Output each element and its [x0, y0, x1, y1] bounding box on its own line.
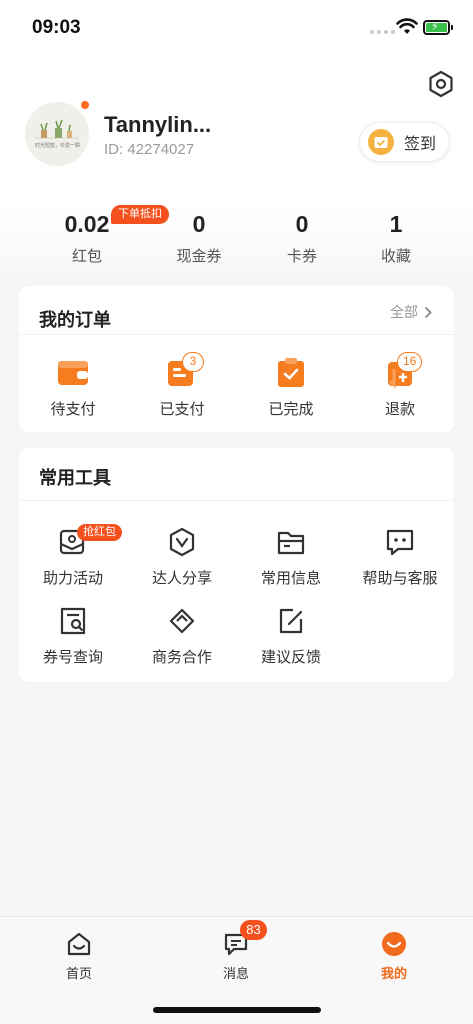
orders-all-label: 全部 [390, 304, 418, 320]
handshake-icon [164, 603, 200, 639]
messages-count-badge: 83 [240, 920, 267, 940]
status-bar: 09:03 [0, 0, 473, 50]
stat-label: 收藏 [380, 248, 411, 265]
tool-label: 帮助与客服 [362, 570, 438, 587]
refund-icon: 16 [382, 352, 423, 391]
order-count-badge: 3 [182, 352, 204, 372]
tool-label: 券号查询 [42, 649, 103, 666]
tool-label: 常用信息 [260, 570, 321, 587]
stat-favorites[interactable]: 1 收藏 [351, 211, 441, 266]
tool-help-service[interactable]: 帮助与客服 [346, 524, 454, 588]
home-icon [65, 930, 93, 958]
chevron-right-icon [424, 306, 432, 318]
clipboard-check-icon [273, 355, 309, 391]
tool-feedback[interactable]: 建议反馈 [237, 603, 345, 667]
tab-label: 消息 [222, 966, 249, 981]
home-indicator [153, 1007, 321, 1013]
tab-mine[interactable]: 我的 [359, 930, 429, 982]
cellular-signal-icon [370, 30, 395, 34]
wifi-icon [396, 18, 418, 34]
orders-divider [19, 334, 454, 335]
stat-value: 1 [389, 211, 403, 237]
stat-label: 卡券 [286, 248, 317, 265]
status-time: 09:03 [32, 17, 81, 38]
stat-label: 红包 [71, 248, 102, 265]
stat-value: 0 [295, 211, 309, 237]
checkin-label: 签到 [404, 136, 437, 153]
tool-coupon-lookup[interactable]: 券号查询 [19, 603, 127, 667]
stat-label: 现金券 [176, 248, 222, 265]
calendar-check-icon [368, 129, 394, 155]
order-completed[interactable]: 已完成 [237, 355, 345, 419]
receipt-icon: 3 [164, 352, 204, 391]
avatar[interactable]: 时光短暂，珍爱一瞬 [25, 102, 89, 166]
avatar-plants-illustration [25, 102, 89, 166]
tool-label: 助力活动 [42, 570, 103, 587]
orders-title: 我的订单 [39, 310, 111, 330]
settings-hexagon-icon[interactable] [427, 70, 455, 98]
order-label: 已支付 [159, 401, 205, 418]
grab-red-packet-badge: 抢红包 [77, 524, 122, 541]
tab-label: 我的 [380, 966, 407, 981]
wallet-icon [55, 355, 91, 391]
tool-label: 商务合作 [151, 649, 212, 666]
profile-smile-icon [380, 930, 408, 958]
ticket-search-icon [55, 603, 91, 639]
avatar-notification-dot [81, 101, 89, 109]
tool-boost-activity[interactable]: 抢红包 助力活动 [19, 524, 127, 588]
tools-divider [19, 500, 454, 501]
user-id: ID: 42274027 [104, 141, 195, 158]
order-paid[interactable]: 3 已支付 [128, 352, 236, 419]
stat-cash-coupon[interactable]: 0 现金券 [154, 211, 244, 266]
battery-icon [423, 20, 453, 35]
order-pending-payment[interactable]: 待支付 [19, 355, 127, 419]
tool-label: 达人分享 [151, 570, 212, 587]
order-refund[interactable]: 16 退款 [346, 352, 454, 419]
orders-all-link[interactable]: 全部 [390, 302, 432, 322]
hexagon-check-icon [164, 524, 200, 560]
stat-card-voucher[interactable]: 0 卡券 [257, 211, 347, 266]
checkin-button[interactable]: 签到 [359, 122, 450, 162]
tab-label: 首页 [65, 966, 92, 981]
order-label: 退款 [384, 401, 415, 418]
edit-icon [273, 603, 309, 639]
folder-icon [273, 524, 309, 560]
tab-home[interactable]: 首页 [44, 930, 114, 982]
username[interactable]: Tannylin... [104, 112, 211, 138]
avatar-caption: 时光短暂，珍爱一瞬 [35, 143, 81, 149]
orders-card: 我的订单 全部 待支付 3 已支付 已完成 16 退款 [19, 286, 454, 432]
chat-icon [382, 524, 418, 560]
order-count-badge: 16 [397, 352, 423, 372]
stat-value: 0 [192, 211, 206, 237]
tool-expert-share[interactable]: 达人分享 [128, 524, 236, 588]
order-label: 已完成 [268, 401, 314, 418]
tool-common-info[interactable]: 常用信息 [237, 524, 345, 588]
tools-title: 常用工具 [39, 468, 111, 488]
tool-label: 建议反馈 [260, 649, 321, 666]
tool-business-cooperation[interactable]: 商务合作 [128, 603, 236, 667]
tools-card: 常用工具 抢红包 助力活动 达人分享 常用信息 帮助与客服 券号查询 商务合作 … [19, 448, 454, 682]
order-label: 待支付 [50, 401, 96, 418]
